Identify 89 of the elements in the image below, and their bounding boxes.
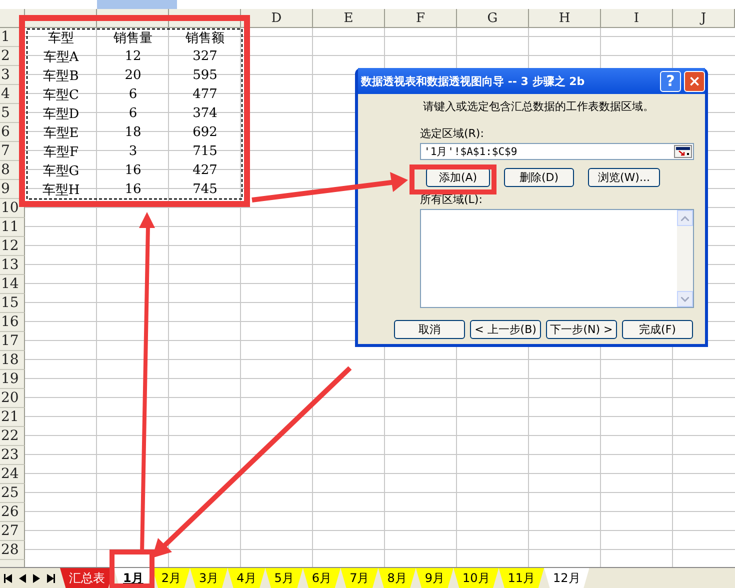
row-number[interactable]: 10 [0, 199, 25, 218]
next-sheet-icon[interactable] [32, 574, 41, 583]
table-cell-text: 6 [128, 105, 138, 123]
row-number[interactable]: 24 [0, 465, 25, 484]
row-number[interactable]: 17 [0, 332, 25, 351]
scroll-down-icon [681, 296, 689, 302]
sheet-tab[interactable]: 7月 [340, 568, 378, 588]
row-number[interactable]: 21 [0, 408, 25, 427]
table-cell-text: 车型D [42, 106, 80, 123]
table-cell-text: 销售额 [184, 30, 226, 47]
row-number[interactable]: 16 [0, 313, 25, 332]
scrollbar[interactable] [677, 210, 693, 307]
column-header[interactable]: G [457, 9, 529, 28]
table-cell-text: 715 [192, 143, 218, 161]
table-cell-text: 车型 [47, 30, 75, 47]
table-cell-text: 车型H [41, 182, 81, 199]
column-header[interactable]: J [673, 9, 735, 28]
column-header[interactable]: I [601, 9, 673, 28]
previous-sheet-icon[interactable] [18, 574, 27, 583]
sheet-tab[interactable]: 8月 [378, 568, 416, 588]
sheet-tab[interactable]: 3月 [190, 568, 228, 588]
field-label: 选定区域(R): [420, 126, 485, 141]
row-number[interactable]: 20 [0, 389, 25, 408]
highlight-frame [110, 550, 154, 588]
table-cell-text: 车型G [42, 162, 80, 180]
range-field[interactable]: '1月'!$A$1:$C$9 [420, 143, 694, 160]
table-cell-text: 车型A [42, 48, 80, 66]
window-title: 数据透视表和数据透视图向导 -- 3 步骤之 2b [361, 74, 586, 88]
row-number[interactable]: 11 [0, 218, 25, 237]
row-number[interactable]: 12 [0, 237, 25, 256]
table-cell-text: 车型B [42, 68, 80, 85]
dialog-button[interactable]: 浏览(W)... [588, 168, 660, 187]
first-sheet-icon[interactable] [4, 574, 13, 583]
sheet-tab[interactable]: 10月 [453, 568, 499, 588]
column-header[interactable]: E [313, 9, 385, 28]
table-cell-text: 595 [192, 67, 218, 85]
column-header[interactable]: D [241, 9, 313, 28]
scroll-up-icon [681, 216, 689, 220]
row-number[interactable]: 19 [0, 370, 25, 389]
table-cell-text: 745 [192, 181, 218, 199]
sheet-tab[interactable]: 2月 [152, 568, 190, 588]
table-cell-text: 3 [128, 143, 138, 161]
table-cell-text: 16 [124, 181, 142, 199]
column-header[interactable]: F [385, 9, 457, 28]
column-header[interactable]: H [529, 9, 601, 28]
row-number[interactable]: 15 [0, 294, 25, 313]
sheet-tab[interactable]: 12月 [544, 568, 590, 588]
table-cell-text: 327 [192, 48, 218, 66]
table-cell-text: 20 [124, 67, 142, 85]
dialog-button[interactable]: 取消 [394, 320, 465, 339]
field-label: 所有区域(L): [420, 192, 484, 207]
table-cell-text: 12 [124, 48, 142, 66]
sheet-tab[interactable]: 5月 [265, 568, 303, 588]
table-cell-text: 374 [192, 105, 218, 123]
collapse-dialog-button[interactable] [674, 145, 692, 158]
table-cell-text: 车型C [42, 86, 80, 104]
close-button[interactable]: × [684, 70, 705, 92]
table-cell-text: 16 [124, 162, 142, 180]
table-cell-text: 477 [192, 86, 218, 104]
dialog-button[interactable]: < 上一步(B) [470, 320, 541, 339]
sheet-tab[interactable]: 11月 [498, 568, 544, 588]
row-number[interactable]: 23 [0, 446, 25, 465]
sheet-tab[interactable]: 6月 [302, 568, 341, 588]
row-number[interactable]: 27 [0, 522, 25, 541]
row-number[interactable]: 22 [0, 427, 25, 446]
sheet-tab[interactable]: 9月 [416, 568, 454, 588]
table-cell-text: 427 [192, 162, 218, 180]
dialog-button[interactable]: 删除(D) [504, 168, 574, 187]
scroll-up-button[interactable] [677, 210, 693, 226]
scroll-down-button[interactable] [677, 291, 693, 307]
row-number[interactable]: 28 [0, 541, 25, 560]
row-number[interactable]: 26 [0, 503, 25, 522]
last-sheet-icon[interactable] [46, 574, 55, 583]
dialog-button[interactable]: 完成(F) [622, 320, 693, 339]
table-cell-text: 销售量 [112, 30, 154, 47]
dialog-button[interactable]: 下一步(N) > [546, 320, 617, 339]
instruction-text: 请键入或选定包含汇总数据的工作表数据区域。 [423, 99, 655, 114]
row-number[interactable]: 14 [0, 275, 25, 294]
row-number[interactable]: 13 [0, 256, 25, 275]
row-number[interactable]: 25 [0, 484, 25, 503]
sheet-tab[interactable]: 4月 [228, 568, 266, 588]
help-button[interactable]: ? [660, 70, 681, 92]
ranges-list[interactable] [420, 209, 694, 308]
table-cell-text: 6 [128, 86, 138, 104]
table-cell-text: 18 [124, 124, 142, 142]
row-number[interactable]: 18 [0, 351, 25, 370]
table-cell-text: 车型E [42, 124, 80, 142]
table-cell-text: 车型F [42, 144, 80, 161]
table-cell-text: 692 [192, 124, 218, 142]
